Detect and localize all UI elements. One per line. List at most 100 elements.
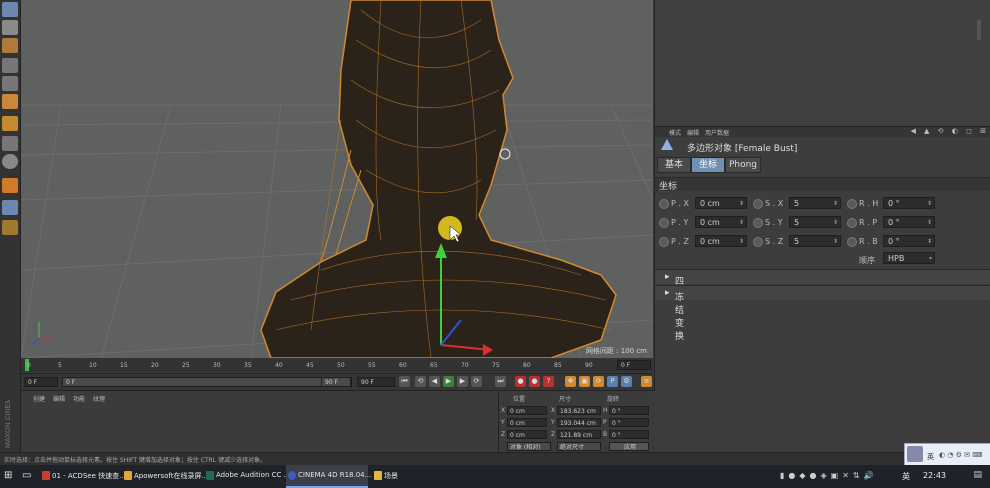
next-key-button[interactable]: ⟳ [471,376,482,387]
menu-userdata[interactable]: 用户数据 [705,128,729,137]
magnet-tool-icon[interactable] [2,178,18,193]
py-field[interactable]: 0 cm ⬍ [695,216,747,228]
task-scene[interactable]: 场景 [372,465,412,488]
pos-x-field[interactable]: 0 cm [507,406,547,415]
rp-field[interactable]: 0 ° ⬍ [883,216,935,228]
current-frame-field[interactable]: 0 F [617,360,651,370]
range-slider[interactable]: 0 F [62,377,352,387]
coord-mode-select[interactable]: 对象 (相对) [507,442,551,451]
rh-field[interactable]: 0 ° ⬍ [883,197,935,209]
task-cinema4d[interactable]: CINEMA 4D R18.04... [286,465,371,488]
pla-key-button[interactable]: ⚙ [621,376,632,387]
record-button[interactable]: ● [515,376,526,387]
scrollbar[interactable] [977,20,981,40]
prev-frame-button[interactable]: ◀ [429,376,440,387]
apply-button[interactable]: 应用 [609,442,649,451]
task-acdsee[interactable]: 01 - ACDSee 快速查... [40,465,126,488]
size-z-field[interactable]: 121.89 cm [557,430,601,439]
py-radio[interactable] [659,218,669,228]
timeline[interactable]: 0 5 10 15 20 25 30 35 40 45 50 55 60 65 … [21,358,653,372]
workplane-tool-icon[interactable] [2,200,18,215]
nav-icons[interactable]: ◀ ▲ ⟲ ◐ ◻ ⊞ [899,127,989,137]
task-apowersoft[interactable]: Apowersoft在线录屏... [122,465,208,488]
rotate-key-button[interactable]: ⟳ [593,376,604,387]
avatar[interactable] [907,446,923,462]
axis-label: Y [551,419,555,426]
s-tool-icon[interactable] [2,154,18,169]
pos-z-field[interactable]: 0 cm [507,430,547,439]
windows-start-icon[interactable]: ⊞ [4,470,12,481]
rot-header: 旋转 [607,396,620,403]
polygon-tool-icon[interactable] [2,58,18,73]
tick: 65 [430,362,438,369]
sx-field[interactable]: 5 ⬍ [789,197,841,209]
sy-radio[interactable] [753,218,763,228]
next-frame-button[interactable]: ▶ [457,376,468,387]
pz-field[interactable]: 0 cm ⬍ [695,235,747,247]
rb-field[interactable]: 0 ° ⬍ [883,235,935,247]
sz-field[interactable]: 5 ⬍ [789,235,841,247]
cube-tool-icon[interactable] [2,2,18,17]
task-audition[interactable]: Adobe Audition CC ... [204,465,290,488]
clock[interactable]: 22:43 [923,471,946,480]
sx-radio[interactable] [753,199,763,209]
param-key-button[interactable]: P [607,376,618,387]
tray-icons[interactable]: ▮●◆●◈▣✕⇅🔊 [780,471,878,480]
rot-p-field[interactable]: 0 ° [609,418,649,427]
goto-start-button[interactable]: ⏮ [399,376,410,387]
keyframe-help-button[interactable]: ? [543,376,554,387]
tab-basic[interactable]: 基本 [657,157,691,173]
size-mode-select[interactable]: 绝对尺寸 [557,442,601,451]
autokey-button[interactable]: ● [529,376,540,387]
viewport[interactable]: 网格间距 : 100 cm [21,0,653,358]
end-frame-field[interactable]: 90 F [357,377,395,387]
menu-edit[interactable]: 编辑 [53,394,65,403]
task-view-icon[interactable]: ▭ [22,470,31,481]
layer-tool-icon[interactable] [2,38,18,53]
rot-h-field[interactable]: 0 ° [609,406,649,415]
object-tool-icon[interactable] [2,94,18,109]
rh-radio[interactable] [847,199,857,209]
px-field[interactable]: 0 cm ⬍ [695,197,747,209]
apowersoft-icon [124,471,132,480]
attr-menubar: 模式 编辑 用户数据 ◀ ▲ ⟲ ◐ ◻ ⊞ [655,126,990,137]
tab-coord[interactable]: 坐标 [691,157,725,173]
play-button[interactable]: ▶ [443,376,454,387]
px-radio[interactable] [659,199,669,209]
rb-radio[interactable] [847,237,857,247]
ime-tools-icon[interactable]: ◐ ◔ ⚙ ✉ ⌨ [939,451,982,459]
pz-radio[interactable] [659,237,669,247]
ime-toolbar[interactable]: 英 ◐ ◔ ⚙ ✉ ⌨ [904,443,990,467]
menu-mode[interactable]: 模式 [669,128,681,137]
rot-b-field[interactable]: 0 ° [609,430,649,439]
scale-key-button[interactable]: ▣ [579,376,590,387]
freeze-transform-section[interactable]: ▸ 冻结变换 [655,285,990,342]
goto-end-button[interactable]: ⏭ [495,376,506,387]
l-tool-icon[interactable] [2,116,18,131]
order-select[interactable]: HPB ▾ [883,252,935,264]
size-x-field[interactable]: 183.623 cm [557,406,601,415]
prev-key-button[interactable]: ⟲ [415,376,426,387]
grid-tool-icon[interactable] [2,136,18,151]
menu-texture[interactable]: 纹理 [93,394,105,403]
menu-create[interactable]: 创建 [33,394,45,403]
pos-y-field[interactable]: 0 cm [507,418,547,427]
lock-tool-icon[interactable] [2,220,18,235]
ime-indicator[interactable]: 英 [902,471,910,482]
edge-tool-icon[interactable] [2,76,18,91]
menu-edit[interactable]: 编辑 [687,128,699,137]
checker-tool-icon[interactable] [2,20,18,35]
size-y-field[interactable]: 193.044 cm [557,418,601,427]
sz-radio[interactable] [753,237,763,247]
notification-icon[interactable]: ▤ [973,470,982,480]
move-key-button[interactable]: ✥ [565,376,576,387]
ime-mode-label[interactable]: 英 [927,452,934,462]
start-frame-field[interactable]: 0 F [24,377,58,387]
quaternion-section[interactable]: ▸ 四元 [655,269,990,300]
sy-field[interactable]: 5 ⬍ [789,216,841,228]
tick: 10 [89,362,97,369]
menu-function[interactable]: 功能 [73,394,85,403]
timeline-menu-button[interactable]: ≡ [641,376,652,387]
rp-radio[interactable] [847,218,857,228]
tab-phong[interactable]: Phong [725,157,761,173]
